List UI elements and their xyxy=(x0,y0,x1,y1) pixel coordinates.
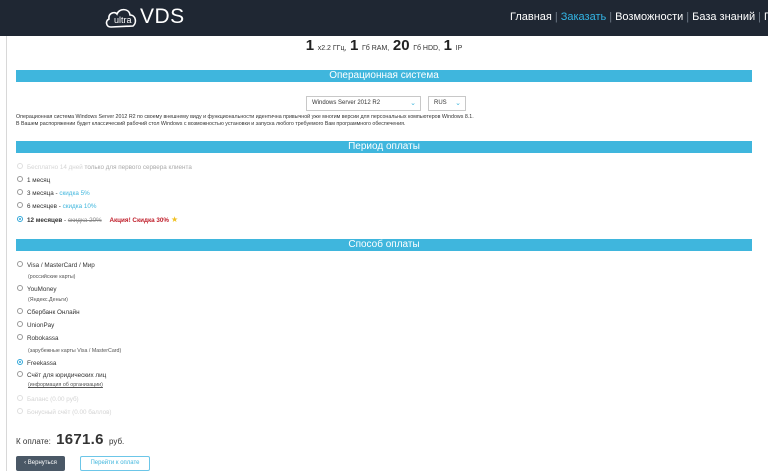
cpu-count: 1 xyxy=(305,37,315,54)
payment-option-unionpay[interactable]: UnionPay xyxy=(17,321,54,331)
os-description-line: В Вашем распоряжении будет классический … xyxy=(16,121,406,127)
period-option-trial: Бесплатно 14 дней только для первого сер… xyxy=(17,163,192,173)
total-amount: К оплате: 1671.6 руб. xyxy=(16,431,124,448)
payment-option-bonus: Бонусный счёт (0.00 баллов) xyxy=(17,408,112,418)
radio-button[interactable] xyxy=(17,371,23,378)
ram-value: 1 xyxy=(350,37,359,54)
period-option-1m[interactable]: 1 месяц xyxy=(17,176,50,186)
nav-separator: | xyxy=(758,11,762,23)
server-specs: 1 x2.2 ГГц, 1 Гб RAM, 20 Гб HDD, 1 IP xyxy=(0,37,768,54)
total-currency: руб. xyxy=(109,437,125,446)
payment-label: Robokassa xyxy=(27,335,59,342)
period-discount: скидка 10% xyxy=(62,203,97,210)
payment-option-balance: Баланс (0.00 руб) xyxy=(17,395,79,405)
promo-badge: Акция! Скидка 30% xyxy=(109,217,170,224)
period-section-title: Период оплаты xyxy=(16,141,752,153)
payment-option-sber[interactable]: Сбербанк Онлайн xyxy=(17,308,80,318)
period-option-6m[interactable]: 6 месяцев - скидка 10% xyxy=(17,202,96,212)
period-label: 1 месяц xyxy=(27,177,51,184)
total-label: К оплате: xyxy=(16,437,51,446)
period-old-discount: скидка 20% xyxy=(67,217,102,224)
payment-label: Freekassa xyxy=(27,360,57,367)
proceed-to-payment-button[interactable]: Перейти к оплате xyxy=(80,456,150,471)
payment-section-title: Способ оплаты xyxy=(16,239,752,251)
payment-label: YouMoney xyxy=(27,286,57,293)
back-button[interactable]: ‹ Вернуться xyxy=(16,456,65,471)
nav-features[interactable]: Возможности xyxy=(615,11,683,23)
payment-option-freekassa[interactable]: Freekassa xyxy=(17,359,56,369)
chevron-down-icon: ⌄ xyxy=(410,100,416,107)
period-label: 6 месяцев xyxy=(27,203,58,210)
payment-option-legal[interactable]: Счёт для юридических лиц xyxy=(17,371,106,381)
radio-button-checked[interactable] xyxy=(17,359,23,366)
nav-more[interactable]: П xyxy=(764,11,768,23)
radio-button[interactable] xyxy=(17,261,23,268)
period-discount: скидка 5% xyxy=(59,190,90,197)
radio-button xyxy=(17,408,23,415)
payment-label: Счёт для юридических лиц xyxy=(27,372,107,379)
nav-home[interactable]: Главная xyxy=(510,11,552,23)
language-select[interactable]: RUS ⌄ xyxy=(428,96,466,111)
radio-button[interactable] xyxy=(17,334,23,341)
nav-order[interactable]: Заказать xyxy=(561,11,607,23)
hdd-unit: Гб HDD, xyxy=(413,45,441,52)
hdd-value: 20 xyxy=(392,37,410,54)
payment-option-yoomoney[interactable]: YouMoney xyxy=(17,285,57,295)
payment-option-robokassa[interactable]: Robokassa xyxy=(17,334,59,344)
language-select-value: RUS xyxy=(434,100,447,106)
radio-button[interactable] xyxy=(17,321,23,328)
payment-note: (зарубежные карты Visa / MasterCard) xyxy=(28,348,122,354)
radio-button[interactable] xyxy=(17,285,23,292)
ip-unit: IP xyxy=(455,45,463,52)
nav-knowledge-base[interactable]: База знаний xyxy=(692,11,755,23)
radio-button[interactable] xyxy=(17,176,23,183)
radio-button-checked[interactable] xyxy=(17,216,23,223)
period-label: Бесплатно 14 дней xyxy=(27,164,83,171)
nav-separator: | xyxy=(554,11,558,23)
period-note: только для первого сервера клиента xyxy=(84,164,192,171)
os-description: Операционная система Windows Server 2012… xyxy=(16,114,716,128)
payment-label: Сбербанк Онлайн xyxy=(27,309,80,316)
ram-unit: Гб RAM, xyxy=(362,45,390,52)
os-description-line: Операционная система Windows Server 2012… xyxy=(16,114,474,120)
payment-label: Бонусный счёт (0.00 баллов) xyxy=(27,409,112,416)
payment-option-visa[interactable]: Visa / MasterCard / Мир xyxy=(17,261,95,271)
period-label: 12 месяцев xyxy=(27,217,63,224)
os-select[interactable]: Windows Server 2012 R2 ⌄ xyxy=(306,96,421,111)
nav-separator: | xyxy=(609,11,613,23)
main-nav: Главная | Заказать | Возможности | База знаний… xyxy=(510,11,768,23)
payment-label: Visa / MasterCard / Мир xyxy=(27,262,95,269)
radio-button[interactable] xyxy=(17,202,23,209)
chevron-down-icon: ⌄ xyxy=(455,100,461,107)
radio-button xyxy=(17,163,23,170)
nav-separator: | xyxy=(686,11,690,23)
logo-text: VDS xyxy=(140,5,185,28)
period-label: 3 месяца xyxy=(27,190,54,197)
payment-label: UnionPay xyxy=(27,322,55,329)
radio-button[interactable] xyxy=(17,308,23,315)
cpu-unit: x2.2 ГГц, xyxy=(317,45,347,52)
period-option-3m[interactable]: 3 месяца - скидка 5% xyxy=(17,189,90,199)
logo-small-text: ultra xyxy=(114,15,132,25)
radio-button[interactable] xyxy=(17,189,23,196)
period-option-12m[interactable]: 12 месяцев - скидка 20% Акция! Скидка 30… xyxy=(17,215,178,225)
os-select-value: Windows Server 2012 R2 xyxy=(312,100,381,106)
payment-note: (российские карты) xyxy=(28,274,76,280)
payment-note: (Яндекс.Деньги) xyxy=(28,297,68,303)
os-section-title: Операционная система xyxy=(16,70,752,82)
total-value: 1671.6 xyxy=(56,431,104,448)
legal-info-link[interactable]: (информация об организации) xyxy=(28,381,103,389)
page-border xyxy=(6,36,7,471)
star-icon: ★ xyxy=(171,215,179,224)
ip-value: 1 xyxy=(443,37,453,54)
payment-label: Баланс (0.00 руб) xyxy=(27,396,79,403)
radio-button xyxy=(17,395,23,402)
top-header: ultra VDS Главная | Заказать | Возможности | Б… xyxy=(0,0,768,36)
